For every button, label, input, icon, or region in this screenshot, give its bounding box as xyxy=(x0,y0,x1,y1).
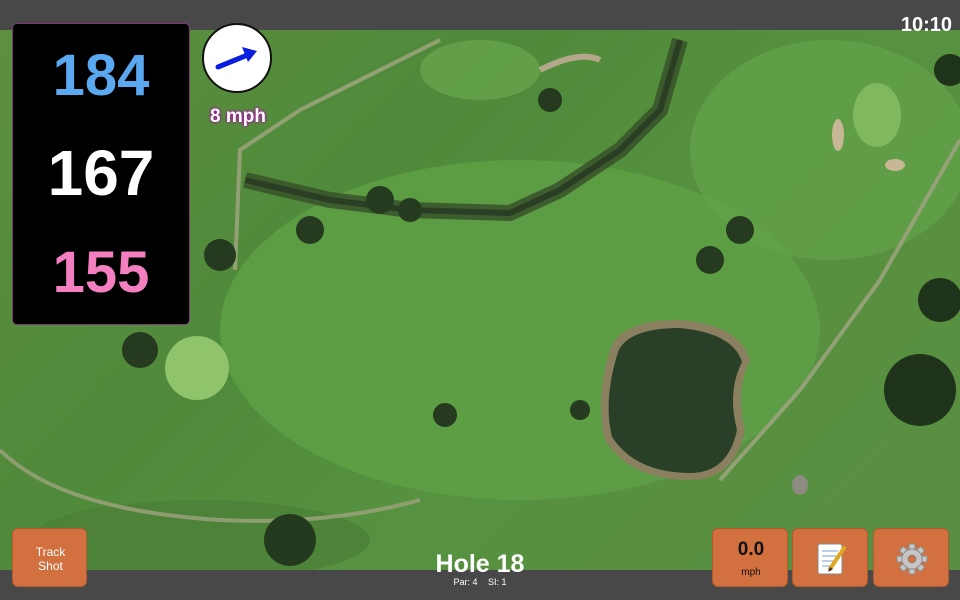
notes-button[interactable] xyxy=(792,528,868,587)
hole-title: Hole 18 xyxy=(435,550,525,578)
track-shot-button[interactable]: Track Shot xyxy=(12,528,87,587)
speed-button[interactable]: 0.0 mph xyxy=(712,528,788,587)
wind-direction-dial xyxy=(202,23,272,93)
green-circle-upper xyxy=(853,83,901,147)
notepad-icon xyxy=(817,543,846,575)
green-circle xyxy=(165,336,229,400)
settings-button[interactable] xyxy=(873,528,949,587)
middle-distance: 167 xyxy=(47,137,155,209)
speed-value: 0.0 xyxy=(737,539,765,560)
hole-stroke-index: SI: 1 xyxy=(488,577,507,587)
gear-icon xyxy=(896,543,928,575)
track-shot-label: Track Shot xyxy=(35,545,66,573)
clock: 10:10 xyxy=(900,14,952,36)
front-distance: 155 xyxy=(52,240,150,305)
speed-unit: mph xyxy=(741,567,761,578)
wind-speed: 8 mph xyxy=(210,106,266,127)
back-distance: 184 xyxy=(52,43,150,108)
distance-panel[interactable]: 184 167 155 xyxy=(12,23,190,325)
hole-info: Par: 4 SI: 1 xyxy=(380,577,580,587)
hole-par: Par: 4 xyxy=(453,577,478,587)
arrow-up-right-icon xyxy=(215,47,257,70)
